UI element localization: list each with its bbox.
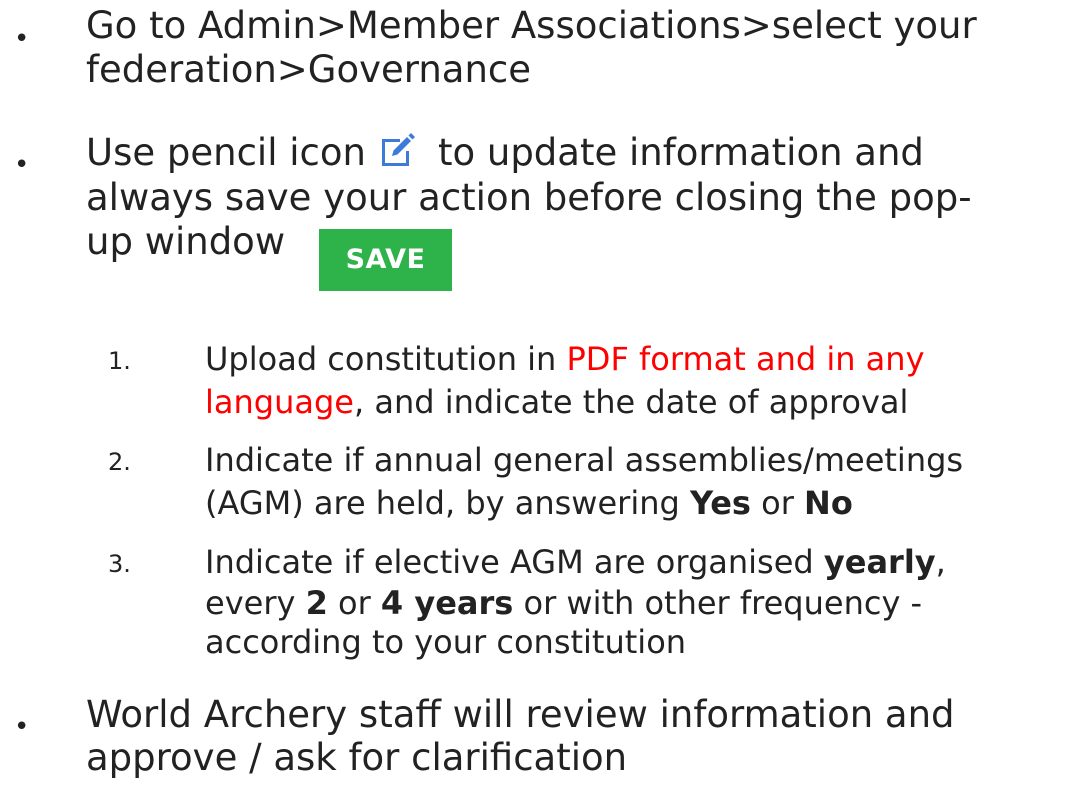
emphasis-four-years: 4 years bbox=[380, 584, 514, 622]
step-number: 1. bbox=[108, 347, 131, 375]
highlight-text: language bbox=[205, 383, 354, 421]
instruction-text: Use pencil icon bbox=[86, 131, 366, 174]
emphasis-no: No bbox=[804, 484, 853, 522]
highlight-text: PDF format and in any bbox=[566, 340, 925, 378]
step-number: 3. bbox=[108, 550, 131, 578]
step-number: 2. bbox=[108, 448, 131, 476]
step-text: or bbox=[327, 584, 381, 622]
step-text: or with other frequency - bbox=[513, 584, 923, 622]
step-text: or bbox=[750, 484, 805, 522]
step-line: according to your constitution bbox=[205, 623, 687, 661]
step-text: Upload constitution in bbox=[205, 340, 567, 378]
instruction-line: up window bbox=[86, 220, 286, 263]
step-text: (AGM) are held, by answering bbox=[205, 484, 690, 522]
instruction-line: always save your action before closing t… bbox=[86, 176, 972, 219]
instruction-line: federation>Governance bbox=[86, 48, 532, 91]
instruction-line: Go to Admin>Member Associations>select y… bbox=[86, 4, 977, 47]
step-text: every bbox=[205, 584, 306, 622]
step-line: every 2 or 4 years or with other frequen… bbox=[205, 585, 922, 622]
pencil-edit-icon bbox=[378, 133, 416, 169]
emphasis-two: 2 bbox=[305, 584, 328, 622]
step-text: Indicate if elective AGM are organised bbox=[205, 543, 824, 581]
step-line: (AGM) are held, by answering Yes or No bbox=[205, 485, 853, 522]
instruction-line: World Archery staff will review informat… bbox=[86, 693, 955, 736]
instruction-line: Use pencil icon to update information an… bbox=[86, 131, 924, 175]
step-text: , and indicate the date of approval bbox=[353, 383, 909, 421]
step-line: language, and indicate the date of appro… bbox=[205, 384, 908, 421]
emphasis-yearly: yearly bbox=[823, 543, 936, 581]
emphasis-yes: Yes bbox=[689, 484, 751, 522]
bullet-marker: • bbox=[14, 24, 30, 54]
save-button: SAVE bbox=[319, 229, 452, 291]
step-line: Upload constitution in PDF format and in… bbox=[205, 341, 925, 378]
bullet-marker: • bbox=[14, 150, 30, 180]
instruction-line: approve / ask for clarification bbox=[86, 736, 628, 779]
step-line: Indicate if elective AGM are organised y… bbox=[205, 544, 946, 581]
bullet-marker: • bbox=[14, 712, 30, 742]
step-line: Indicate if annual general assemblies/me… bbox=[205, 441, 964, 479]
step-text: , bbox=[935, 543, 946, 581]
instruction-text: to update information and bbox=[437, 131, 924, 174]
